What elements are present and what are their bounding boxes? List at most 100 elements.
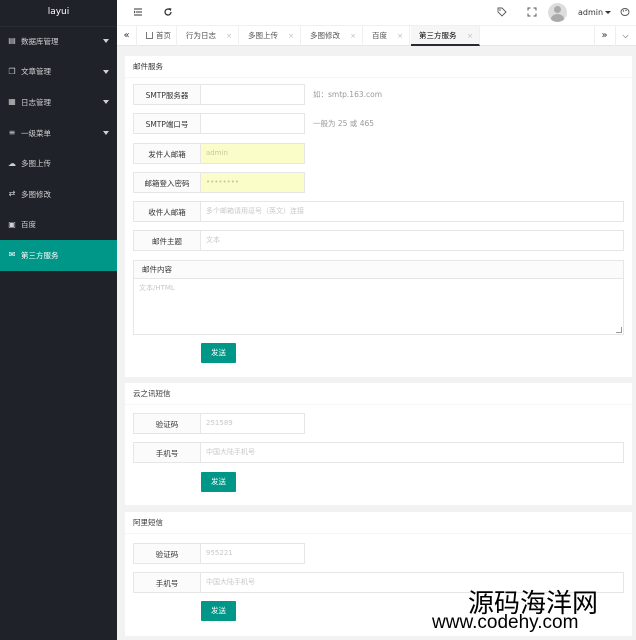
fullscreen-icon[interactable] [527,7,537,20]
sidebar-item[interactable]: ▤ 数据库管理 [0,26,117,57]
yzx-phone-row: 手机号 中国大陆手机号 [125,442,632,463]
sidebar-item-label: 多图上传 [21,159,51,169]
chevron-down-icon [103,69,109,74]
chevron-down-icon [103,130,109,135]
ali-code-label: 验证码 [133,543,201,564]
password-label: 邮箱登入密码 [133,172,201,193]
sidebar-item-label: 第三方服务 [21,250,59,260]
card-title: 邮件服务 [125,56,632,78]
mail-body-label: 邮件内容 [134,261,623,279]
smtp-port-hint: 一般为 25 或 465 [313,119,375,128]
user-name[interactable]: admin [578,8,603,17]
smtp-port-input[interactable] [201,113,305,134]
chevron-down-icon[interactable] [605,11,611,14]
yzx-send-button[interactable]: 发送 [201,472,236,492]
yzx-code-label: 验证码 [133,413,201,434]
sidebar-nav: ▤ 数据库管理 ❐ 文章管理 ▦ 日志管理 ≡ 一级菜单 ☁ 多图上传 ⇄ 多图修改 ▣ 百度 ✉ 第三方服务 [0,26,117,271]
tab-label: 百度 [372,31,387,40]
table-icon: ▦ [8,97,16,107]
tabs-dropdown-icon[interactable]: ⌵ [615,26,635,46]
smtp-server-row: SMTP服务器 如：smtp.163.com [125,84,632,105]
avatar[interactable] [548,3,567,22]
ali-code-row: 验证码 955221 [125,543,632,564]
yzx-phone-label: 手机号 [133,442,201,463]
card-title: 阿里短信 [125,512,632,534]
mail-body-textarea[interactable]: 文本/HTML [134,279,623,334]
sidebar-item[interactable]: ☁ 多图上传 [0,148,117,179]
mail-body-placeholder: 文本/HTML [139,284,175,292]
mail-icon: ✉ [8,250,16,260]
sidebar-item[interactable]: ❐ 文章管理 [0,57,117,88]
card-title: 云之讯短信 [125,383,632,405]
ali-send-button[interactable]: 发送 [201,601,236,621]
ali-phone-label: 手机号 [133,572,201,593]
close-icon[interactable]: × [226,26,232,46]
menu-toggle-icon[interactable] [133,7,143,20]
tab[interactable]: 第三方服务 × [411,26,480,46]
recipient-row: 收件人邮箱 多个邮箱请用逗号（英文）连接 [125,201,632,222]
home-icon [146,32,153,39]
tab[interactable]: 多图修改 × [302,26,363,46]
sidebar-item-label: 百度 [21,220,36,230]
subject-input[interactable]: 文本 [201,230,624,251]
smtp-server-input[interactable] [201,84,305,105]
resize-handle-icon[interactable] [616,327,622,333]
sender-row: 发件人邮箱 admin [125,143,632,164]
sidebar: layui ▤ 数据库管理 ❐ 文章管理 ▦ 日志管理 ≡ 一级菜单 ☁ 多图上传 ⇄ 多图修改 ▣ 百度… [0,0,117,640]
database-icon: ▤ [8,36,16,46]
close-icon[interactable]: × [397,26,403,46]
tab-label: 第三方服务 [419,31,457,40]
password-row: 邮箱登入密码 •••••••• [125,172,632,193]
yunzhixun-sms-card: 云之讯短信 验证码 251589 手机号 中国大陆手机号 发送 [125,383,632,505]
sidebar-item-label: 一级菜单 [21,128,51,138]
sidebar-item[interactable]: ▦ 日志管理 [0,87,117,118]
cloud-upload-icon: ☁ [8,158,16,168]
sidebar-item[interactable]: ▣ 百度 [0,210,117,241]
tabs-next-icon[interactable]: » [594,26,614,46]
sidebar-item[interactable]: ✉ 第三方服务 [0,240,117,271]
ali-code-input[interactable]: 955221 [201,543,305,564]
smtp-server-hint: 如：smtp.163.com [313,90,383,99]
recipient-input[interactable]: 多个邮箱请用逗号（英文）连接 [201,201,624,222]
sender-label: 发件人邮箱 [133,143,201,164]
yzx-phone-input[interactable]: 中国大陆手机号 [201,442,624,463]
close-icon[interactable]: × [467,26,473,46]
exchange-icon: ⇄ [8,189,16,199]
smtp-port-label: SMTP端口号 [133,113,201,134]
tab-label: 首页 [156,31,171,40]
refresh-icon[interactable] [163,7,173,20]
logo[interactable]: layui [0,0,117,26]
subject-row: 邮件主题 文本 [125,230,632,251]
theme-icon[interactable] [620,7,630,20]
mail-send-button[interactable]: 发送 [201,343,236,363]
tab[interactable]: 行为日志 × [178,26,239,46]
close-icon[interactable]: × [350,26,356,46]
smtp-port-row: SMTP端口号 一般为 25 或 465 [125,113,632,134]
close-icon[interactable]: × [288,26,294,46]
mail-service-card: 邮件服务 SMTP服务器 如：smtp.163.com SMTP端口号 一般为 … [125,56,632,377]
sender-email-input[interactable]: admin [201,143,305,164]
sidebar-item-label: 数据库管理 [21,36,59,46]
copy-icon: ❐ [8,66,16,76]
sidebar-item[interactable]: ⇄ 多图修改 [0,179,117,210]
list-icon: ≡ [8,128,16,138]
yzx-code-input[interactable]: 251589 [201,413,305,434]
tab[interactable]: 首页 [138,26,177,46]
image-icon: ▣ [8,219,16,229]
sidebar-item-label: 文章管理 [21,67,51,77]
password-input[interactable]: •••••••• [201,172,305,193]
tab[interactable]: 多图上传 × [240,26,301,46]
main-content: 邮件服务 SMTP服务器 如：smtp.163.com SMTP端口号 一般为 … [117,47,636,640]
subject-label: 邮件主题 [133,230,201,251]
yzx-code-row: 验证码 251589 [125,413,632,434]
sidebar-item-label: 多图修改 [21,189,51,199]
tabs-prev-icon[interactable]: « [117,26,137,46]
tab-label: 多图上传 [248,31,278,40]
sidebar-item[interactable]: ≡ 一级菜单 [0,118,117,149]
chevron-down-icon [103,39,109,43]
tab[interactable]: 百度 × [364,26,410,46]
mail-body-field: 邮件内容 文本/HTML [133,260,624,335]
tag-icon[interactable] [497,7,507,20]
watermark-url: www.codehy.com [432,612,579,633]
header: admin [117,0,636,26]
